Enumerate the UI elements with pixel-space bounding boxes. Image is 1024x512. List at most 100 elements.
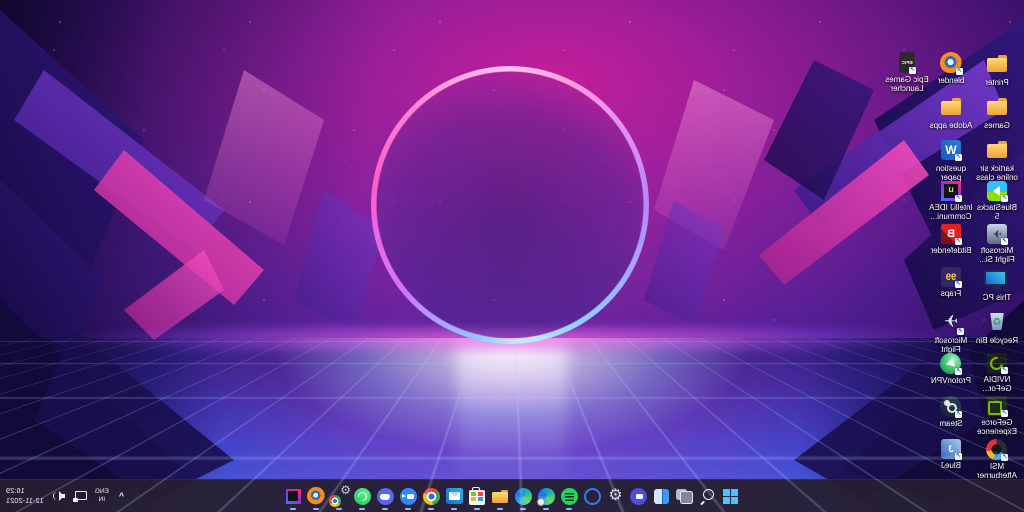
shortcut-arrow-icon: ↗ [955, 195, 962, 202]
desktop-icon-label: Fraps [928, 289, 974, 298]
desktop-icon-microsoft-flight-simu[interactable]: ✈↗Microsoft Flight Simu... [928, 310, 974, 356]
desktop-icon-adobe-apps[interactable]: Adobe apps [928, 95, 974, 130]
taskbar-button-blue-ring-app[interactable] [581, 480, 604, 512]
desktop-icon-label: blender [928, 76, 974, 85]
taskbar-button-search[interactable] [696, 480, 719, 512]
language-switcher[interactable]: ENGIN [95, 488, 109, 504]
volume-icon[interactable] [52, 490, 65, 502]
taskbar-button-start[interactable] [719, 480, 742, 512]
desktop-icon-geforce-experience[interactable]: ↗ GeForce Experience [974, 396, 1020, 437]
shortcut-arrow-icon: ↗ [1001, 367, 1008, 374]
bluej-icon: J↗ [941, 439, 961, 459]
desktop-icon-nvidia-gefor[interactable]: ↗NVIDIA GeFor... [974, 353, 1020, 394]
desktop-icon-this-pc[interactable]: This PC [974, 267, 1020, 302]
clock[interactable]: 16:2912-11-2021 [6, 486, 44, 506]
desktop-icon-msi-afterburner[interactable]: ↗MSI Afterburner [974, 439, 1020, 481]
shortcut-arrow-icon: ↗ [1001, 238, 1008, 245]
intellij-idea-icon [286, 489, 301, 504]
desktop-screen: Printer Games kartick sir online class↗Blu… [0, 0, 1024, 512]
desktop-icon-recycle-bin[interactable]: ♻ Recycle Bin [974, 310, 1020, 345]
language-code: ENG [95, 488, 109, 495]
taskbar-button-zoom[interactable] [397, 480, 420, 512]
desktop-icon-epic-games-launcher[interactable]: EPIC↗Epic Games Launcher [884, 52, 930, 94]
shortcut-arrow-icon: ↗ [955, 154, 962, 161]
chrome-icon [423, 488, 440, 505]
taskbar-button-task-view[interactable] [673, 480, 696, 512]
desktop-icon-games[interactable]: Games [974, 95, 1020, 130]
shortcut-arrow-icon: ↗ [909, 67, 916, 74]
thispc-icon [985, 267, 1009, 291]
desktop-icon-microsoft-flight-si[interactable]: ✈↗Microsoft Flight Si... [974, 224, 1020, 265]
nvidia-icon: ↗ [987, 353, 1007, 373]
bluestacks-icon: ↗ [987, 181, 1007, 201]
taskbar-button-intellij-idea[interactable] [282, 480, 305, 512]
taskbar-button-chat[interactable] [627, 480, 650, 512]
shortcut-arrow-icon: ↗ [956, 411, 963, 418]
desktop-icon-label: Recycle Bin [974, 336, 1020, 345]
taskbar-button-microsoft-store[interactable] [466, 480, 489, 512]
word-icon: W↗ [941, 140, 961, 160]
folder-icon [985, 52, 1009, 76]
system-tray: ^ ENGIN 16:2912-11-2021 [6, 480, 126, 512]
folder-icon [985, 95, 1009, 119]
settings-icon: ⚙ [605, 486, 626, 507]
plane-icon: ✈↗ [939, 310, 963, 334]
desktop-icon-label: NVIDIA GeFor... [974, 375, 1020, 394]
recycle-icon: ♻ [985, 310, 1009, 334]
desktop-icon-label: IntelliJ IDEA Communi... [928, 203, 974, 222]
taskbar-button-chrome-gear-app[interactable]: ⚙ [328, 480, 351, 512]
clock-date: 12-11-2021 [6, 496, 44, 505]
desktop-icon-label: GeForce Experience [974, 418, 1020, 437]
desktop-icon-label: Epic Games Launcher [884, 75, 930, 94]
desktop-icon-protonvpn[interactable]: ↗ProtonVPN [928, 353, 974, 385]
volume-wave [53, 492, 61, 500]
spotify-icon [561, 488, 578, 505]
desktop-icon-label: Bitdefender [928, 246, 974, 255]
steam-icon: ↗ [941, 396, 962, 417]
desktop-icon-fraps[interactable]: 99↗ Fraps [928, 267, 974, 298]
fraps-icon: 99↗ [941, 267, 961, 287]
desktop-icon-steam[interactable]: ↗Steam [928, 396, 974, 428]
taskbar-button-spotify[interactable] [558, 480, 581, 512]
shortcut-arrow-icon: ↗ [1001, 195, 1008, 202]
mail-icon [446, 488, 463, 504]
desktop-icon-blender[interactable]: ↗blender [928, 52, 974, 85]
taskbar-button-whatsapp[interactable] [351, 480, 374, 512]
shortcut-arrow-icon: ↗ [955, 453, 962, 460]
taskbar-button-edge-beta[interactable] [535, 480, 558, 512]
desktop-icon-label: Adobe apps [928, 121, 974, 130]
search-icon [697, 486, 718, 507]
shortcut-arrow-icon: ↗ [955, 238, 962, 245]
desktop-icon-intellij-idea-communi[interactable]: IJ↗ IntelliJ IDEA Communi... [928, 181, 974, 222]
taskbar-button-group: ⚙⚙ [282, 480, 742, 512]
shortcut-arrow-icon: ↗ [955, 281, 962, 288]
taskbar-button-blender[interactable] [305, 480, 328, 512]
geforce-icon: ↗ [987, 396, 1007, 416]
desktop-icon-bluej[interactable]: J↗BlueJ [928, 439, 974, 470]
taskbar-button-edge[interactable] [512, 480, 535, 512]
taskbar-button-settings[interactable]: ⚙ [604, 480, 627, 512]
taskbar: ⚙⚙ ^ ENGIN 16:2912-11-2021 [0, 479, 1024, 512]
task-view-icon [674, 486, 695, 507]
shortcut-arrow-icon: ↗ [956, 368, 963, 375]
taskbar-button-mail[interactable] [443, 480, 466, 512]
edge-beta-icon [538, 488, 555, 505]
show-hidden-icons-chevron-icon[interactable]: ^ [117, 491, 126, 501]
desktop-icon-bluestacks-5[interactable]: ↗BlueStacks 5 [974, 181, 1020, 222]
taskbar-button-file-explorer[interactable] [489, 480, 512, 512]
desktop-icon-printer[interactable]: Printer [974, 52, 1020, 87]
desktop-icon-label: Games [974, 121, 1020, 130]
desktop-icon-bitdefender[interactable]: B↗ Bitdefender [928, 224, 974, 255]
desktop-icon-question-paper-debe[interactable]: W↗question paper debe... [928, 138, 974, 184]
desktop-icon-label: This PC [974, 293, 1020, 302]
network-icon[interactable] [73, 490, 87, 502]
intellij-icon: IJ↗ [941, 181, 961, 201]
taskbar-button-discord[interactable] [374, 480, 397, 512]
taskbar-button-widgets[interactable] [650, 480, 673, 512]
widgets-icon [651, 486, 672, 507]
taskbar-button-chrome[interactable] [420, 480, 443, 512]
whatsapp-icon [354, 488, 371, 505]
msi-icon: ↗ [987, 439, 1008, 460]
bitdefender-icon: B↗ [941, 224, 961, 244]
desktop-icon-kartick-sir-online-class[interactable]: kartick sir online class [974, 138, 1020, 183]
